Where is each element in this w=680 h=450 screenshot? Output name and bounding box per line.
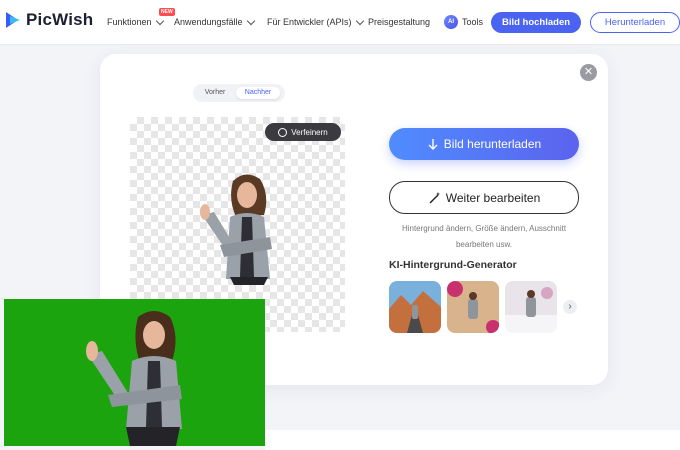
nav-label: Funktionen [107, 17, 152, 27]
background-thumbnail[interactable] [505, 281, 557, 333]
upload-image-button[interactable]: Bild hochladen [491, 12, 581, 33]
nav-item-entwickler[interactable]: Für Entwickler (APIs) [267, 16, 364, 27]
picwish-logo-icon [6, 12, 20, 28]
page-bottom-area [265, 430, 680, 450]
ai-icon: AI [444, 15, 458, 29]
nav-item-tools[interactable]: AI Tools [444, 15, 483, 29]
download-image-button[interactable]: Bild herunterladen [389, 128, 579, 160]
nav-label: Tools [462, 17, 484, 27]
nav-item-preisgestaltung[interactable]: Preisgestaltung [368, 17, 430, 27]
background-thumbnail[interactable] [389, 281, 441, 333]
nav-label: Für Entwickler (APIs) [267, 17, 352, 27]
refine-button[interactable]: Verfeinern [265, 123, 341, 141]
download-arrow-icon [428, 138, 438, 150]
toggle-after[interactable]: Nachher [236, 87, 280, 99]
chevron-down-icon [355, 16, 364, 25]
top-navigation-bar: PicWish Funktionen NEW Anwendungsfälle F… [0, 0, 680, 44]
continue-editing-button[interactable]: Weiter bearbeiten [389, 181, 579, 214]
edit-description: Hintergrund ändern, Größe ändern, Aussch… [401, 224, 567, 249]
original-person-image [4, 299, 265, 446]
logo-text: PicWish [26, 10, 94, 29]
header-download-button[interactable]: Herunterladen [590, 12, 680, 33]
chevron-down-icon [246, 16, 255, 25]
magic-wand-icon [429, 191, 440, 203]
nav-item-funktionen[interactable]: Funktionen [107, 16, 164, 27]
chevron-right-icon[interactable]: › [563, 300, 577, 314]
nav-label: Preisgestaltung [368, 17, 431, 27]
refine-icon [278, 127, 288, 137]
picwish-logo[interactable]: PicWish [4, 10, 93, 30]
close-icon[interactable]: ✕ [580, 64, 597, 81]
chevron-down-icon [155, 16, 164, 25]
background-thumbnail[interactable] [447, 281, 499, 333]
new-badge: NEW [159, 8, 175, 16]
original-green-screen-photo [4, 299, 265, 446]
before-after-toggle: Vorher Nachher [193, 84, 285, 102]
nav-item-anwendungsfaelle[interactable]: Anwendungsfälle [174, 16, 255, 27]
download-label: Bild herunterladen [443, 137, 542, 151]
toggle-before[interactable]: Vorher [196, 87, 234, 99]
nav-label: Anwendungsfälle [174, 17, 243, 27]
edit-label: Weiter bearbeiten [445, 190, 541, 205]
refine-label: Verfeinern [291, 127, 328, 137]
ai-background-generator-title: KI-Hintergrund-Generator [389, 259, 517, 271]
